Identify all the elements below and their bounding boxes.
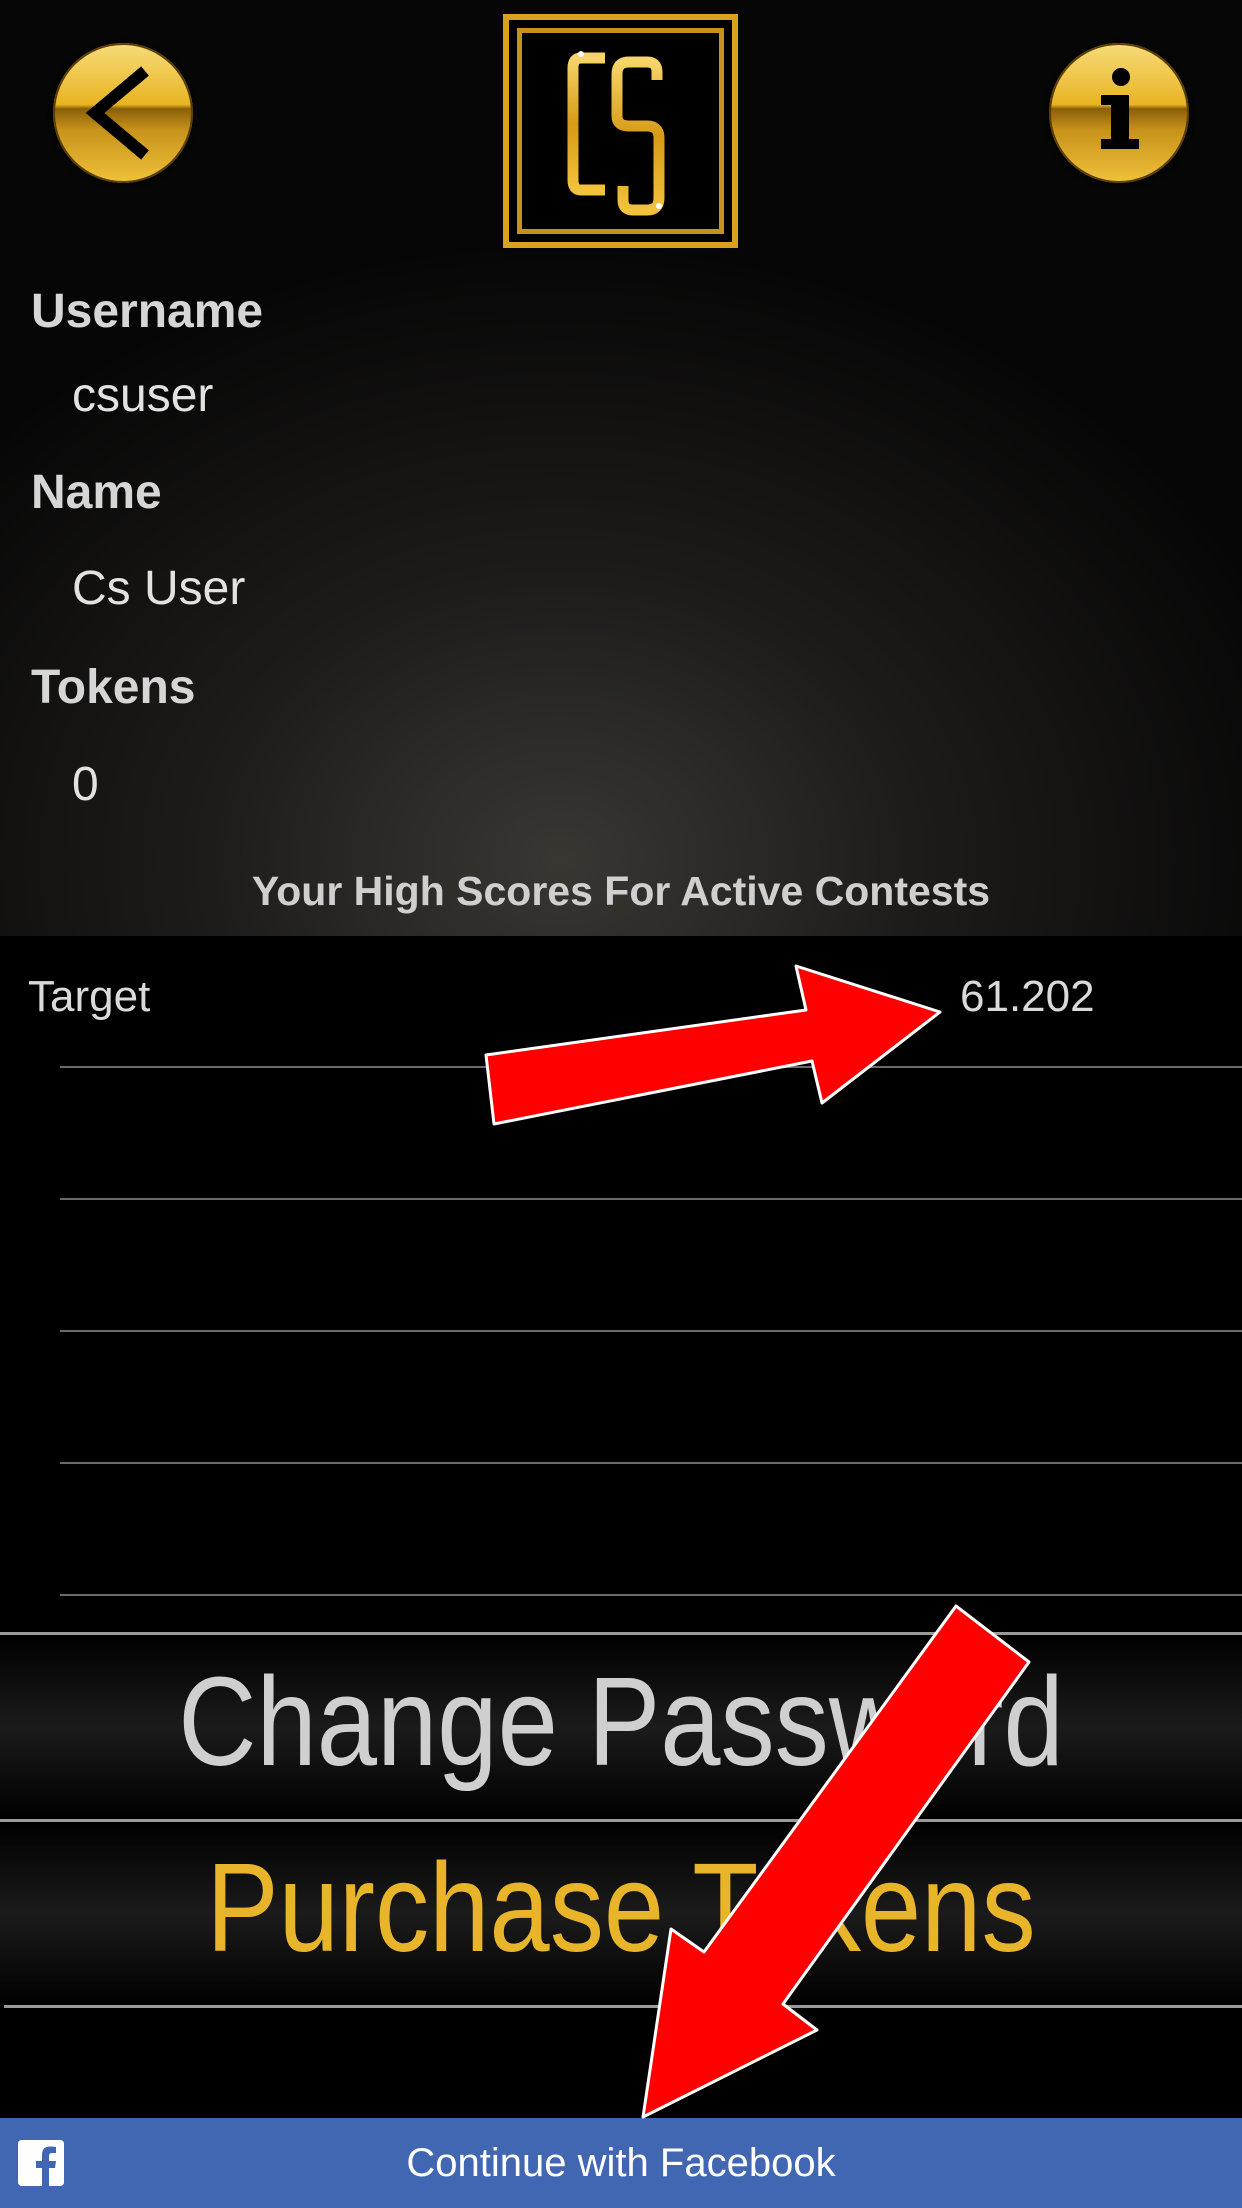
contest-name: Target xyxy=(28,972,151,1021)
table-row xyxy=(0,1332,1242,1464)
menu-divider xyxy=(4,2005,1242,2008)
table-row xyxy=(0,1464,1242,1596)
change-password-button[interactable]: Change Password xyxy=(87,1652,1155,1792)
facebook-button-label: Continue with Facebook xyxy=(406,2141,836,2185)
table-row xyxy=(0,1200,1242,1332)
info-button[interactable] xyxy=(1049,43,1189,183)
high-scores-heading: Your High Scores For Active Contests xyxy=(251,868,991,914)
app-logo xyxy=(503,14,738,248)
info-icon xyxy=(1101,68,1139,149)
row-divider xyxy=(60,1594,1242,1596)
contest-score: 61.202 xyxy=(960,972,1095,1021)
purchase-tokens-button[interactable]: Purchase Tokens xyxy=(87,1838,1155,1978)
name-label: Name xyxy=(31,466,162,519)
username-label: Username xyxy=(31,285,264,338)
continue-with-facebook-button[interactable]: Continue with Facebook xyxy=(0,2118,1242,2208)
username-value: csuser xyxy=(72,369,214,422)
chevron-left-icon xyxy=(85,66,149,160)
tokens-label: Tokens xyxy=(31,661,196,714)
table-row xyxy=(0,1068,1242,1200)
name-value: Cs User xyxy=(72,562,246,615)
back-button[interactable] xyxy=(53,43,193,183)
tokens-value: 0 xyxy=(72,758,99,811)
